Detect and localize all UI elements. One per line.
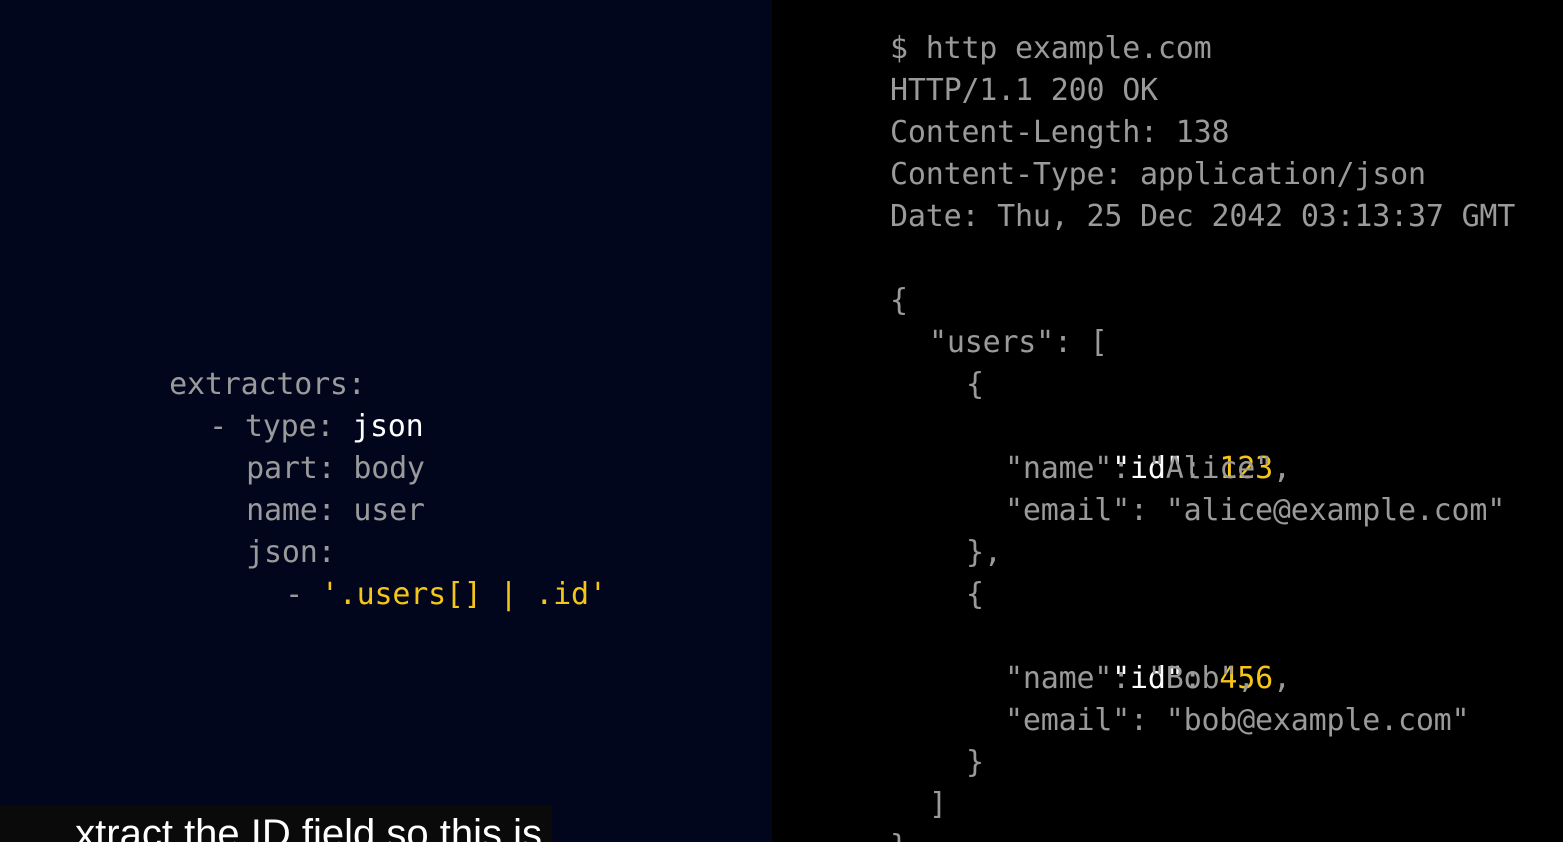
json-obj2-name: "name": "Bob", — [1005, 661, 1256, 696]
yaml-line-part: part: body — [139, 406, 425, 486]
caption-text: xtract the ID field so this is — [75, 812, 542, 842]
yaml-line-name: name: user — [139, 448, 425, 528]
caption-bar: xtract the ID field so this is — [0, 806, 552, 842]
json-obj2-open: { — [966, 577, 984, 612]
header-content-type: Content-Type: application/json — [890, 157, 1426, 192]
json-open-brace: { — [890, 283, 908, 318]
json-array-close: ] — [929, 787, 947, 822]
json-close-brace: } — [890, 826, 908, 842]
json-obj1-close: }, — [966, 535, 1002, 570]
json-obj2-id-line: "id": 456, — [1005, 616, 1291, 696]
yaml-line-json: json: — [139, 490, 336, 570]
yaml-jq-query: '.users[] | .id' — [320, 577, 607, 612]
header-date: Date: Thu, 25 Dec 2042 03:13:37 GMT — [890, 199, 1516, 234]
yaml-config-panel: extractors: - type: json part: body name… — [0, 0, 772, 842]
json-obj1-open: { — [966, 367, 984, 402]
json-obj1-name: "name": "Alice", — [1005, 451, 1291, 486]
json-obj2-email: "email": "bob@example.com" — [1005, 703, 1470, 738]
json-obj2-close: } — [966, 745, 984, 780]
terminal-command: $ http example.com — [890, 31, 1212, 66]
video-frame: extractors: - type: json part: body name… — [0, 0, 1563, 842]
yaml-query-dash: - — [285, 577, 321, 612]
yaml-line-extractors: extractors: — [62, 322, 366, 402]
json-obj1-id-line: "id": 123, — [1005, 406, 1291, 486]
http-status-line: HTTP/1.1 200 OK — [890, 73, 1158, 108]
yaml-line-type: - type: json — [102, 364, 424, 444]
json-users-key: "users": [ — [929, 325, 1108, 360]
header-content-length: Content-Length: 138 — [890, 115, 1230, 150]
yaml-line-query: - '.users[] | .id' — [178, 532, 607, 612]
json-comma: , — [1272, 661, 1291, 696]
terminal-panel: $ http example.com HTTP/1.1 200 OK Conte… — [772, 0, 1563, 842]
json-obj1-email: "email": "alice@example.com" — [1005, 493, 1506, 528]
